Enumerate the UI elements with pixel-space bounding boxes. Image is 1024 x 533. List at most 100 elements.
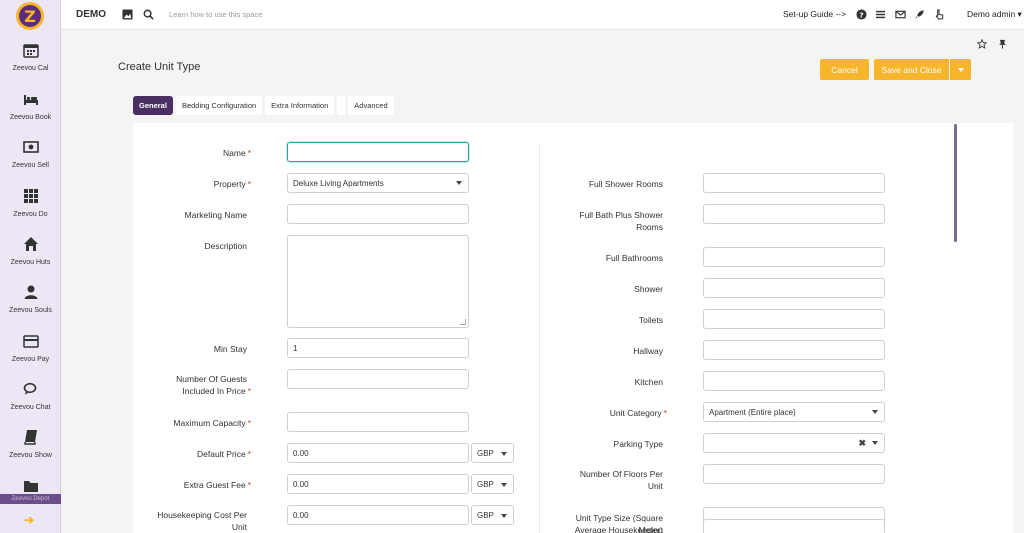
chat-icon xyxy=(23,382,36,395)
form-scrollbar[interactable] xyxy=(954,124,957,242)
toilets-label: Toilets xyxy=(638,315,663,325)
cancel-button[interactable]: Cancel xyxy=(820,59,869,80)
sidebar-item-label: Zeevou Chat xyxy=(10,404,51,411)
tab-advanced[interactable]: Advanced xyxy=(348,96,394,115)
currency-value: GBP xyxy=(477,479,494,489)
full-bath-shower-input[interactable] xyxy=(703,204,885,224)
user-menu[interactable]: Demo admin ▾ xyxy=(967,9,1022,20)
description-textarea[interactable] xyxy=(287,235,469,328)
label-text: Name xyxy=(223,148,246,158)
sidebar-item-sell[interactable]: Zeevou Sell xyxy=(0,139,61,169)
max-capacity-input[interactable] xyxy=(287,412,469,432)
label-text: Extra Guest Fee xyxy=(183,480,246,490)
default-price-currency-select[interactable]: GBP xyxy=(471,443,514,463)
svg-text:?: ? xyxy=(859,10,863,19)
default-price-value: 0.00 xyxy=(293,448,309,458)
sidebar-item-book[interactable]: Zeevou Book xyxy=(0,91,61,121)
menu-icon[interactable] xyxy=(875,9,886,20)
star-icon[interactable] xyxy=(977,39,987,49)
zeevou-logo[interactable]: Z xyxy=(16,2,44,30)
guests-included-input[interactable] xyxy=(287,369,469,389)
help-icon[interactable]: ? xyxy=(856,9,867,20)
sidebar-item-label: Zeevou Cal xyxy=(12,65,49,72)
tab-extra-information[interactable]: Extra Information xyxy=(265,96,335,115)
sidebar-item-huts[interactable]: Zeevou Huts xyxy=(0,236,61,266)
parking-type-select[interactable]: ✖ xyxy=(703,433,885,453)
kitchen-label: Kitchen xyxy=(634,377,663,387)
currency-value: GBP xyxy=(477,510,494,520)
tab-general[interactable]: General xyxy=(133,96,173,115)
hallway-label: Hallway xyxy=(633,346,663,356)
label-text: Unit Type Size (Square xyxy=(575,513,663,523)
label-text: Number Of Floors Per xyxy=(579,469,663,479)
full-bathrooms-label: Full Bathrooms xyxy=(605,253,663,263)
book-icon xyxy=(23,430,37,445)
general-form: Name * Property * Deluxe Living Apartments… xyxy=(133,123,1013,533)
housekeeping-cost-value: 0.00 xyxy=(293,510,309,520)
column-divider xyxy=(539,143,540,533)
label-text: Property xyxy=(213,179,246,189)
search-icon[interactable] xyxy=(143,9,154,20)
sidebar-item-souls[interactable]: Zeevou Souls xyxy=(0,284,61,314)
default-price-input[interactable]: 0.00 xyxy=(287,443,469,463)
grid-icon xyxy=(23,189,38,203)
housekeeping-currency-select[interactable]: GBP xyxy=(471,505,514,525)
sidebar-item-label: Zeevou Huts xyxy=(10,259,51,266)
shower-label: Shower xyxy=(634,284,663,294)
full-shower-rooms-input[interactable] xyxy=(703,173,885,193)
save-options-dropdown[interactable] xyxy=(950,59,971,80)
property-value: Deluxe Living Apartments xyxy=(293,178,384,188)
pin-icon[interactable] xyxy=(998,39,1007,49)
sidebar-item-label: Zeevou Book xyxy=(9,114,52,121)
extra-guest-fee-currency-select[interactable]: GBP xyxy=(471,474,514,494)
extra-guest-fee-label: Extra Guest Fee * xyxy=(183,480,251,490)
search-hint[interactable]: Learn how to use this space xyxy=(169,10,262,19)
setup-guide-label: Set-up Guide --> xyxy=(783,9,847,19)
expand-sidebar-icon[interactable]: ➔ xyxy=(24,513,34,527)
sidebar-item-chat[interactable]: Zeevou Chat xyxy=(0,381,61,411)
floors-per-unit-label: Number Of Floors Per Unit xyxy=(553,468,663,492)
mail-icon[interactable] xyxy=(895,9,906,20)
hallway-input[interactable] xyxy=(703,340,885,360)
rocket-icon[interactable] xyxy=(914,9,925,20)
unit-category-select[interactable]: Apartment (Entire place) xyxy=(703,402,885,422)
avg-housekeeping-input[interactable] xyxy=(703,519,885,533)
unit-category-value: Apartment (Entire place) xyxy=(709,407,796,417)
housekeeping-cost-input[interactable]: 0.00 xyxy=(287,505,469,525)
sidebar-item-pay[interactable]: Zeevou Pay xyxy=(0,333,61,363)
label-text: Maximum Capacity xyxy=(173,418,246,428)
workspace-name[interactable]: DEMO xyxy=(76,9,106,20)
sidebar-item-do[interactable]: Zeevou Do xyxy=(0,188,61,218)
label-text: Unit xyxy=(231,522,247,532)
sidebar-item-show[interactable]: Zeevou Show xyxy=(0,429,61,459)
unit-category-label: Unit Category * xyxy=(609,408,667,418)
setup-guide-link[interactable]: Set-up Guide --> xyxy=(783,9,846,19)
floors-per-unit-input[interactable] xyxy=(703,464,885,484)
hand-pointer-icon[interactable] xyxy=(934,9,945,20)
label-text: Housekeeping Cost Per xyxy=(157,510,247,520)
calendar-icon xyxy=(22,44,39,58)
min-stay-input[interactable]: 1 xyxy=(287,338,469,358)
marketing-name-input[interactable] xyxy=(287,204,469,224)
tab-blank[interactable] xyxy=(337,96,346,115)
top-bar: DEMO Learn how to use this space Set-up … xyxy=(61,0,1024,30)
full-bathrooms-input[interactable] xyxy=(703,247,885,267)
currency-value: GBP xyxy=(477,448,494,458)
extra-guest-fee-input[interactable]: 0.00 xyxy=(287,474,469,494)
sidebar-item-cal[interactable]: Zeevou Cal xyxy=(0,42,61,72)
tab-bedding-configuration[interactable]: Bedding Configuration xyxy=(175,96,263,115)
shower-input[interactable] xyxy=(703,278,885,298)
image-icon[interactable] xyxy=(122,9,133,20)
label-text: Unit xyxy=(647,481,663,491)
page-title: Create Unit Type xyxy=(118,61,201,73)
sidebar-item-label: Zeevou Souls xyxy=(9,307,52,314)
property-select[interactable]: Deluxe Living Apartments xyxy=(287,173,469,193)
extra-guest-fee-value: 0.00 xyxy=(293,479,309,489)
clear-icon[interactable]: ✖ xyxy=(858,438,866,449)
min-stay-label: Min Stay xyxy=(213,344,247,354)
save-and-close-button[interactable]: Save and Close xyxy=(874,59,949,80)
folder-icon xyxy=(23,481,38,492)
name-input[interactable] xyxy=(287,142,469,162)
kitchen-input[interactable] xyxy=(703,371,885,391)
toilets-input[interactable] xyxy=(703,309,885,329)
